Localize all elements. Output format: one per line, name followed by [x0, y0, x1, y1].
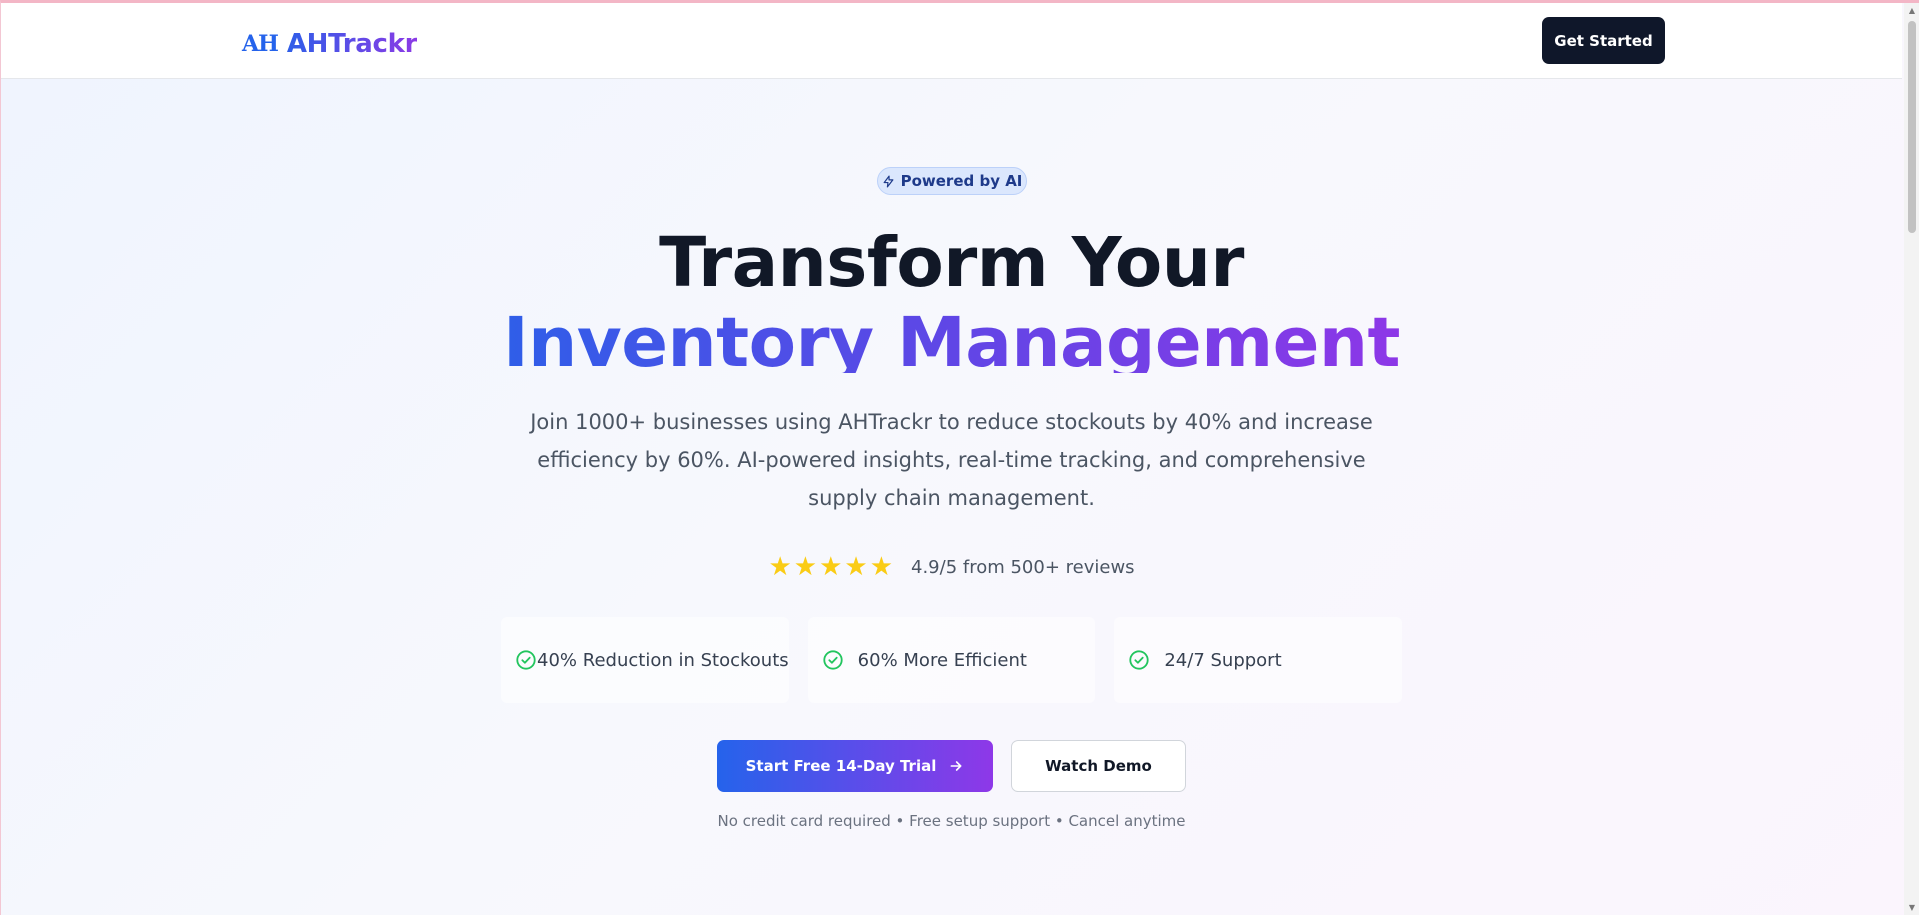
logo-mark-icon: AH: [242, 31, 279, 57]
cta-fineprint: No credit card required • Free setup sup…: [717, 812, 1186, 830]
hero-title-line-2: Inventory Management: [1, 303, 1902, 373]
rating-text: 4.9/5 from 500+ reviews: [911, 556, 1135, 578]
hero-title-highlight: Inventory Management: [503, 303, 1401, 373]
start-trial-label: Start Free 14-Day Trial: [745, 757, 937, 775]
scroll-down-icon[interactable]: ▼: [1907, 903, 1917, 913]
star-icon: ★: [793, 552, 818, 582]
feature-list: 40% Reduction in Stockouts 60% More Effi…: [501, 617, 1403, 703]
star-icon: ★: [869, 552, 893, 582]
hero-title-line-1: Transform Your: [659, 223, 1244, 303]
cta-row: Start Free 14-Day Trial Watch Demo: [1, 740, 1902, 792]
badge-label: Powered by AI: [900, 172, 1023, 190]
feature-card-efficiency: 60% More Efficient: [807, 617, 1096, 703]
hero-subtitle: Join 1000+ businesses using AHTrackr to …: [530, 410, 1373, 510]
scroll-up-icon[interactable]: ▲: [1907, 6, 1917, 16]
feature-label: 24/7 Support: [1164, 649, 1282, 671]
landing-page: AH AHTrackr Get Started Powered by AI Tr…: [0, 0, 1919, 915]
check-circle-icon: [516, 650, 536, 670]
check-circle-icon: [1129, 650, 1149, 670]
get-started-button[interactable]: Get Started: [1542, 17, 1665, 64]
vertical-scrollbar[interactable]: ▲ ▼: [1904, 3, 1919, 915]
feature-label: 40% Reduction in Stockouts: [537, 649, 789, 671]
powered-by-ai-badge: Powered by AI: [877, 167, 1027, 195]
star-icon: ★: [768, 552, 792, 582]
top-navbar: AH AHTrackr Get Started: [1, 3, 1902, 79]
arrow-right-icon: [950, 761, 962, 771]
start-trial-button[interactable]: Start Free 14-Day Trial: [717, 740, 993, 792]
feature-card-support: 24/7 Support: [1114, 617, 1403, 703]
check-circle-icon: [823, 650, 843, 670]
brand-logo[interactable]: AH AHTrackr: [242, 29, 417, 59]
feature-card-stockouts: 40% Reduction in Stockouts: [501, 617, 789, 703]
star-icon: ★: [819, 552, 843, 582]
rating-row: ★ ★ ★ ★ ★ 4.9/5 from 500+ reviews: [1, 554, 1902, 580]
feature-label: 60% More Efficient: [857, 649, 1027, 671]
lightning-icon: [883, 174, 894, 188]
brand-name: AHTrackr: [286, 29, 418, 59]
star-icon: ★: [844, 552, 868, 582]
star-rating: ★ ★ ★ ★ ★: [768, 554, 893, 580]
scrollbar-thumb[interactable]: [1908, 21, 1916, 233]
watch-demo-button[interactable]: Watch Demo: [1011, 740, 1186, 792]
